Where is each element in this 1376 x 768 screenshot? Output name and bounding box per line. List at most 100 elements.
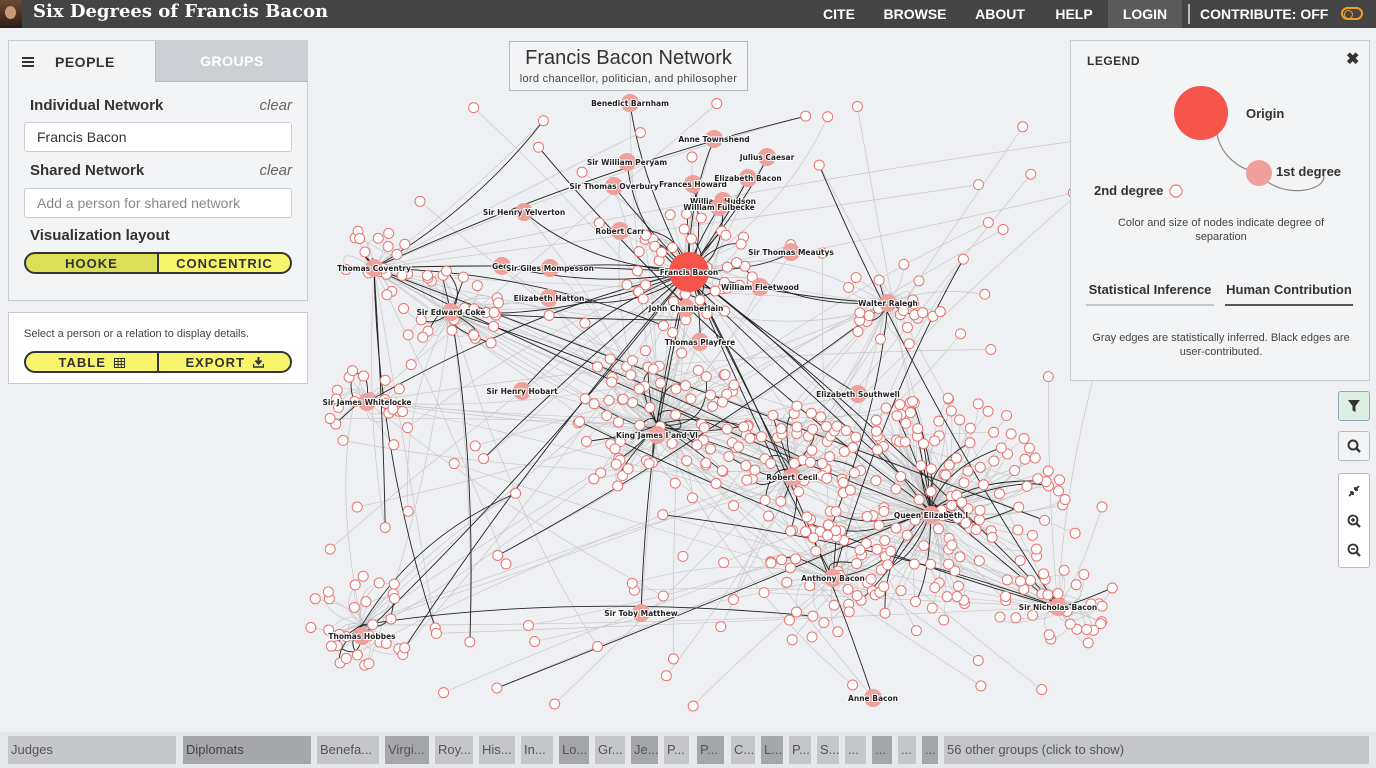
second-degree-node[interactable] [982,216,994,228]
second-degree-node[interactable] [373,577,385,589]
second-degree-node[interactable] [500,558,512,570]
second-degree-node[interactable] [359,246,371,258]
second-degree-node[interactable] [738,421,750,433]
second-degree-node[interactable] [910,596,922,608]
second-degree-node[interactable] [421,269,433,281]
second-degree-node[interactable] [716,396,728,408]
second-degree-node[interactable] [492,297,504,309]
second-degree-node[interactable] [790,553,802,565]
second-degree-node[interactable] [915,460,927,472]
second-degree-node[interactable] [592,641,604,653]
second-degree-node[interactable] [715,621,727,633]
second-degree-node[interactable] [354,233,366,245]
second-degree-node[interactable] [957,253,969,265]
second-degree-node[interactable] [806,444,818,456]
second-degree-node[interactable] [985,343,997,355]
second-degree-node[interactable] [943,459,955,471]
second-degree-node[interactable] [878,581,890,593]
second-degree-node[interactable] [880,402,892,414]
second-degree-node[interactable] [488,320,500,332]
second-degree-node[interactable] [807,532,819,544]
shared-clear-link[interactable]: clear [259,162,292,179]
second-degree-node[interactable] [543,309,555,321]
second-degree-node[interactable] [913,494,925,506]
second-degree-node[interactable] [606,376,618,388]
second-degree-node[interactable] [1082,637,1094,649]
second-degree-node[interactable] [785,525,797,537]
second-degree-node[interactable] [933,415,945,427]
second-degree-node[interactable] [417,331,429,343]
second-degree-node[interactable] [972,398,984,410]
second-degree-node[interactable] [978,479,990,491]
second-degree-node[interactable] [723,451,735,463]
second-degree-node[interactable] [388,593,400,605]
second-degree-node[interactable] [588,473,600,485]
group-chip[interactable]: S... [817,736,839,764]
second-degree-node[interactable] [491,682,503,694]
second-degree-node[interactable] [660,670,672,682]
second-degree-node[interactable] [943,558,955,570]
second-degree-node[interactable] [1036,684,1048,696]
second-degree-node[interactable] [842,583,854,595]
second-degree-node[interactable] [488,306,500,318]
second-degree-node[interactable] [604,353,616,365]
second-degree-node[interactable] [838,445,850,457]
second-degree-node[interactable] [840,425,852,437]
second-degree-node[interactable] [740,460,752,472]
second-degree-node[interactable] [529,636,541,648]
second-degree-node[interactable] [1038,568,1050,580]
layout-hooke-button[interactable]: HOOKE [24,252,159,274]
second-degree-node[interactable] [762,510,774,522]
group-chip[interactable]: ... [872,736,892,764]
person-node[interactable]: Julius Caesar [738,148,796,166]
layout-concentric-button[interactable]: CONCENTRIC [159,252,292,274]
second-degree-node[interactable] [997,223,1009,235]
second-degree-node[interactable] [895,585,907,597]
second-degree-node[interactable] [765,557,777,569]
second-degree-node[interactable] [686,492,698,504]
second-degree-node[interactable] [1053,485,1065,497]
second-degree-node[interactable] [731,257,743,269]
second-degree-node[interactable] [705,443,717,455]
second-degree-node[interactable] [913,275,925,287]
second-degree-node[interactable] [1018,432,1030,444]
second-degree-node[interactable] [358,370,370,382]
individual-clear-link[interactable]: clear [259,97,292,114]
second-degree-node[interactable] [903,338,915,350]
second-degree-node[interactable] [388,578,400,590]
second-degree-node[interactable] [393,383,405,395]
second-degree-node[interactable] [912,423,924,435]
second-degree-node[interactable] [804,456,816,468]
second-degree-node[interactable] [549,698,561,710]
second-degree-node[interactable] [656,246,668,258]
second-degree-node[interactable] [810,545,822,557]
zoom-in-icon[interactable] [1339,506,1369,536]
second-degree-node[interactable] [781,576,793,588]
second-degree-node[interactable] [1000,590,1012,602]
second-degree-node[interactable] [1030,543,1042,555]
group-chip[interactable]: Virgi... [385,736,429,764]
second-degree-node[interactable] [647,363,659,375]
second-degree-node[interactable] [900,417,912,429]
second-degree-node[interactable] [664,209,676,221]
group-chip[interactable]: Judges [8,736,176,764]
second-degree-node[interactable] [815,411,827,423]
second-degree-node[interactable] [1042,371,1054,383]
second-degree-node[interactable] [1069,527,1081,539]
second-degree-node[interactable] [637,293,649,305]
second-degree-node[interactable] [666,242,678,254]
group-chip[interactable]: ... [898,736,916,764]
second-degree-node[interactable] [430,627,442,639]
second-degree-node[interactable] [381,289,393,301]
second-degree-node[interactable] [828,599,840,611]
second-degree-node[interactable] [861,511,873,523]
second-degree-node[interactable] [749,464,761,476]
second-degree-node[interactable] [962,465,974,477]
second-degree-node[interactable] [910,625,922,637]
second-degree-node[interactable] [305,621,317,633]
second-degree-node[interactable] [975,680,987,692]
second-degree-node[interactable] [793,486,805,498]
second-degree-node[interactable] [775,495,787,507]
person-node[interactable]: Sir William Peryam [586,153,668,171]
person-node[interactable]: Sir Thomas Overbury [568,177,660,195]
